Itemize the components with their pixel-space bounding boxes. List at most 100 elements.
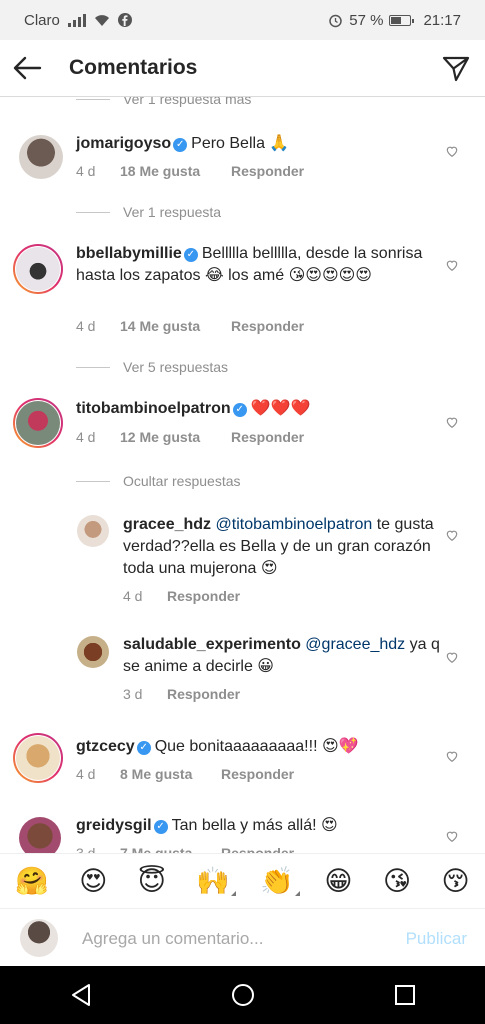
- clock: 21:17: [423, 11, 461, 29]
- replies-divider: [76, 98, 110, 100]
- comment-username[interactable]: greidysgil: [76, 817, 152, 834]
- reply-button[interactable]: Responder: [231, 318, 304, 334]
- comment-meta: 4 d 12 Me gusta Responder: [76, 429, 304, 445]
- comment-body: ❤️❤️❤️: [250, 400, 311, 417]
- reply-button[interactable]: Responder: [221, 845, 294, 853]
- heart-icon[interactable]: [445, 829, 459, 843]
- comment-meta: 4 d Responder: [123, 588, 240, 604]
- comment-time: 3 d: [123, 686, 143, 702]
- comment-text: titobambinoelpatron ✓ ❤️❤️❤️: [76, 398, 446, 420]
- comment-username[interactable]: gtzcecy: [76, 738, 135, 755]
- reply-button[interactable]: Responder: [167, 686, 240, 702]
- comment-time: 4 d: [76, 766, 96, 782]
- mention-link[interactable]: @gracee_hdz: [305, 636, 405, 653]
- comment-text: gracee_hdz @titobambinoelpatron te gusta…: [123, 514, 439, 580]
- comment-username[interactable]: gracee_hdz: [123, 516, 211, 533]
- heart-icon[interactable]: [445, 415, 459, 429]
- recents-square-icon[interactable]: [394, 984, 416, 1006]
- comment-time: 4 d: [76, 318, 96, 334]
- comment-input[interactable]: Agrega un comentario...: [82, 929, 263, 949]
- heart-icon[interactable]: [445, 258, 459, 272]
- back-triangle-icon[interactable]: [70, 983, 92, 1007]
- emoji-clap-button[interactable]: 👏: [260, 866, 301, 896]
- alarm-icon: [329, 14, 342, 27]
- comment-time: 4 d: [123, 588, 143, 604]
- avatar[interactable]: [19, 817, 61, 853]
- likes-count[interactable]: 12 Me gusta: [120, 429, 231, 445]
- avatar[interactable]: [13, 733, 63, 783]
- heart-icon[interactable]: [445, 528, 459, 542]
- emoji-heart-eyes-button[interactable]: 😍: [79, 866, 107, 896]
- comment-meta: 4 d 8 Me gusta Responder: [76, 766, 294, 782]
- comment-body: Que bonitaaaaaaaaa!!! 😍💖: [154, 738, 359, 755]
- verified-badge-icon: ✓: [153, 820, 168, 834]
- view-replies-link[interactable]: Ver 5 respuestas: [76, 359, 228, 375]
- comment-time: 4 d: [76, 429, 96, 445]
- comment-meta: 4 d 18 Me gusta Responder: [76, 163, 304, 179]
- comment-meta: 4 d 14 Me gusta Responder: [76, 318, 304, 334]
- reply-button[interactable]: Responder: [221, 766, 294, 782]
- verified-badge-icon: ✓: [173, 138, 188, 152]
- comment-text: saludable_experimento @gracee_hdz ya q s…: [123, 634, 443, 678]
- replies-divider: [76, 366, 110, 368]
- comment-composer: Agrega un comentario... Publicar: [0, 908, 485, 967]
- avatar[interactable]: [19, 135, 63, 179]
- likes-count[interactable]: 7 Me gusta: [120, 845, 221, 853]
- view-replies-link[interactable]: Ver 1 respuesta más: [76, 97, 251, 107]
- home-circle-icon[interactable]: [231, 983, 255, 1007]
- reply-button[interactable]: Responder: [231, 429, 304, 445]
- avatar[interactable]: [13, 398, 63, 448]
- system-nav-bar: [0, 966, 485, 1024]
- comment-text: bbellabymillie ✓ Bellllla bellllla, desde …: [76, 243, 446, 287]
- comment-username[interactable]: titobambinoelpatron: [76, 400, 231, 417]
- likes-count[interactable]: 14 Me gusta: [120, 318, 231, 334]
- avatar[interactable]: [77, 515, 109, 547]
- mention-link[interactable]: @titobambinoelpatron: [216, 516, 373, 533]
- carrier-label: Claro: [24, 11, 60, 29]
- emoji-halo-button[interactable]: 😇: [138, 866, 166, 896]
- emoji-grin-button[interactable]: 😁: [324, 866, 352, 896]
- battery-percent: 57 %: [349, 11, 384, 29]
- replies-divider: [76, 211, 110, 213]
- arrow-left-icon[interactable]: [12, 54, 42, 82]
- comment-meta: 3 d 7 Me gusta Responder: [76, 845, 294, 853]
- likes-count[interactable]: 18 Me gusta: [120, 163, 231, 179]
- emoji-kiss-button[interactable]: 😘: [383, 866, 411, 896]
- heart-icon[interactable]: [445, 650, 459, 664]
- heart-icon[interactable]: [445, 144, 459, 158]
- facebook-icon: [117, 13, 132, 27]
- avatar: [20, 919, 58, 957]
- emoji-hug-button[interactable]: 🤗: [15, 866, 49, 896]
- avatar[interactable]: [77, 636, 109, 668]
- comment-username[interactable]: saludable_experimento: [123, 636, 301, 653]
- reply-button[interactable]: Responder: [167, 588, 240, 604]
- emoji-quick-bar: 🤗 😍 😇 🙌 👏 😁 😘 😚: [0, 853, 485, 908]
- avatar[interactable]: [13, 244, 63, 294]
- emoji-raised-hands-button[interactable]: 🙌: [196, 866, 236, 896]
- heart-icon[interactable]: [445, 749, 459, 763]
- comment-text: gtzcecy ✓ Que bonitaaaaaaaaa!!! 😍💖: [76, 736, 436, 758]
- comment-body: Tan bella y más allá! 😍: [171, 817, 338, 834]
- top-app-bar: Comentarios: [0, 40, 485, 97]
- comments-list: Ver 1 respuesta más jomarigoyso ✓ Pero Bel…: [0, 97, 485, 853]
- comment-username[interactable]: jomarigoyso: [76, 135, 171, 152]
- comment-text: greidysgil ✓ Tan bella y más allá! 😍: [76, 815, 436, 837]
- likes-count[interactable]: 8 Me gusta: [120, 766, 221, 782]
- replies-divider: [76, 480, 110, 482]
- verified-badge-icon: ✓: [136, 741, 151, 755]
- emoji-kissing-button[interactable]: 😚: [442, 866, 470, 896]
- paper-plane-icon[interactable]: [441, 53, 471, 83]
- view-replies-link[interactable]: Ver 1 respuesta: [76, 204, 221, 220]
- status-bar: Claro 57 % 21:17: [0, 0, 485, 40]
- comment-body: Pero Bella 🙏: [191, 135, 290, 152]
- page-title: Comentarios: [69, 56, 198, 79]
- battery-icon: [389, 14, 415, 26]
- publish-button[interactable]: Publicar: [406, 929, 467, 949]
- reply-button[interactable]: Responder: [231, 163, 304, 179]
- comment-time: 3 d: [76, 845, 96, 853]
- hide-replies-link[interactable]: Ocultar respuestas: [76, 473, 241, 489]
- wifi-icon: [94, 14, 109, 26]
- comment-time: 4 d: [76, 163, 96, 179]
- comment-meta: 3 d Responder: [123, 686, 240, 702]
- comment-username[interactable]: bbellabymillie: [76, 245, 182, 262]
